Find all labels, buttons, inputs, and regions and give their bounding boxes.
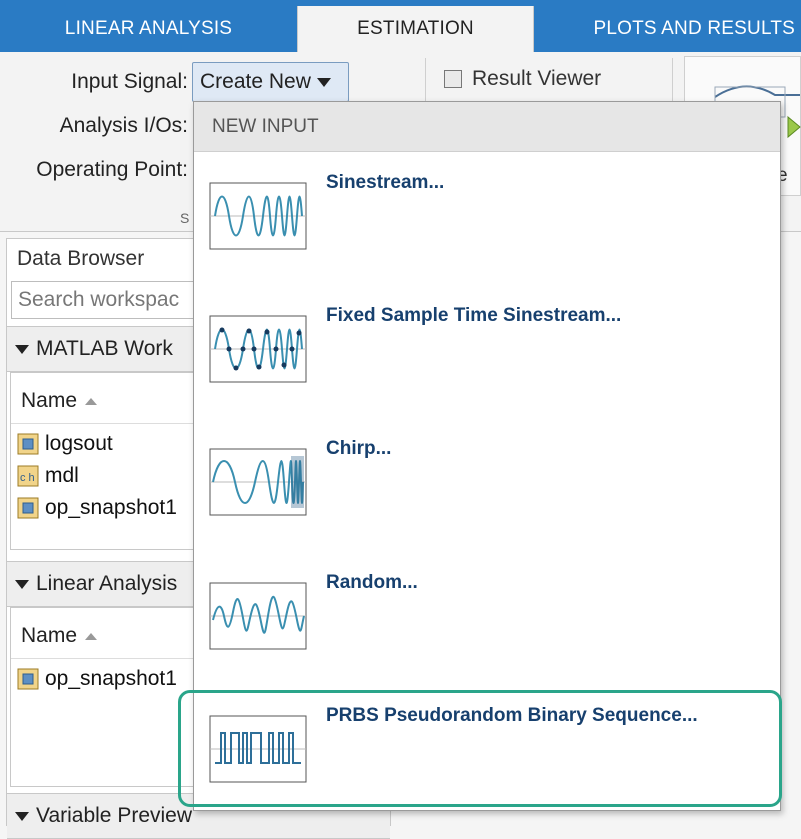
highlight-outline [178, 690, 782, 807]
name-column-label: Name [21, 624, 78, 647]
name-column-header[interactable]: Name [21, 389, 98, 413]
menu-item-random[interactable]: Random... [194, 572, 780, 692]
fixed-sample-sinestream-icon [209, 315, 307, 383]
variable-name: mdl [45, 464, 79, 487]
expand-icon [15, 811, 29, 821]
sinestream-icon [209, 182, 307, 250]
search-placeholder: Search workspac [18, 288, 180, 311]
sort-ascending-icon [85, 632, 98, 640]
variable-name: op_snapshot1 [45, 496, 177, 519]
sort-ascending-icon [85, 397, 98, 405]
menu-item-label: Fixed Sample Time Sinestream... [326, 305, 622, 326]
name-column-label: Name [21, 389, 78, 412]
variable-name: logsout [45, 432, 113, 455]
menu-item-chirp[interactable]: Chirp... [194, 438, 780, 558]
tab-plots-and-results[interactable]: PLOTS AND RESULTS [534, 6, 801, 52]
menu-item-sinestream[interactable]: Sinestream... [194, 172, 780, 292]
chirp-icon [209, 448, 307, 516]
chevron-down-icon [316, 77, 331, 87]
tab-estimation[interactable]: ESTIMATION [297, 6, 534, 52]
tab-bar: LINEAR ANALYSIS ESTIMATION PLOTS AND RES… [0, 0, 801, 52]
result-viewer-checkbox[interactable] [444, 70, 462, 88]
struct-icon [17, 668, 39, 690]
data-browser-title: Data Browser [17, 247, 145, 270]
menu-item-label: Random... [326, 572, 418, 593]
list-item[interactable]: c h mdl [17, 461, 79, 491]
struct-icon [17, 433, 39, 455]
struct-icon [17, 497, 39, 519]
menu-item-label: Sinestream... [326, 172, 445, 193]
analysis-ios-label: Analysis I/Os: [59, 114, 188, 137]
operating-point-label: Operating Point: [36, 158, 188, 181]
menu-item-label: Chirp... [326, 438, 392, 459]
input-signal-label: Input Signal: [71, 70, 188, 93]
expand-icon [15, 579, 29, 589]
list-item[interactable]: op_snapshot1 [17, 664, 177, 694]
menu-item-fixed-sample-time-sinestream[interactable]: Fixed Sample Time Sinestream... [194, 305, 780, 425]
expand-icon [15, 344, 29, 354]
variable-preview-title: Variable Preview [36, 804, 193, 827]
menu-header: NEW INPUT [194, 102, 780, 152]
variable-name: op_snapshot1 [45, 667, 177, 690]
random-icon [209, 582, 307, 650]
linear-analysis-title: Linear Analysis [36, 572, 178, 595]
char-icon: c h [17, 465, 39, 487]
list-item[interactable]: logsout [17, 429, 113, 459]
matlab-workspace-title: MATLAB Work [36, 337, 173, 360]
section-label: S [180, 210, 190, 226]
input-signal-dropdown[interactable]: Create New [192, 62, 349, 102]
list-item[interactable]: op_snapshot1 [17, 493, 177, 523]
tab-linear-analysis[interactable]: LINEAR ANALYSIS [0, 6, 297, 52]
result-viewer-label: Result Viewer [472, 67, 602, 90]
name-column-header[interactable]: Name [21, 624, 98, 648]
input-signal-value: Create New [200, 70, 311, 93]
svg-text:c h: c h [20, 472, 35, 484]
